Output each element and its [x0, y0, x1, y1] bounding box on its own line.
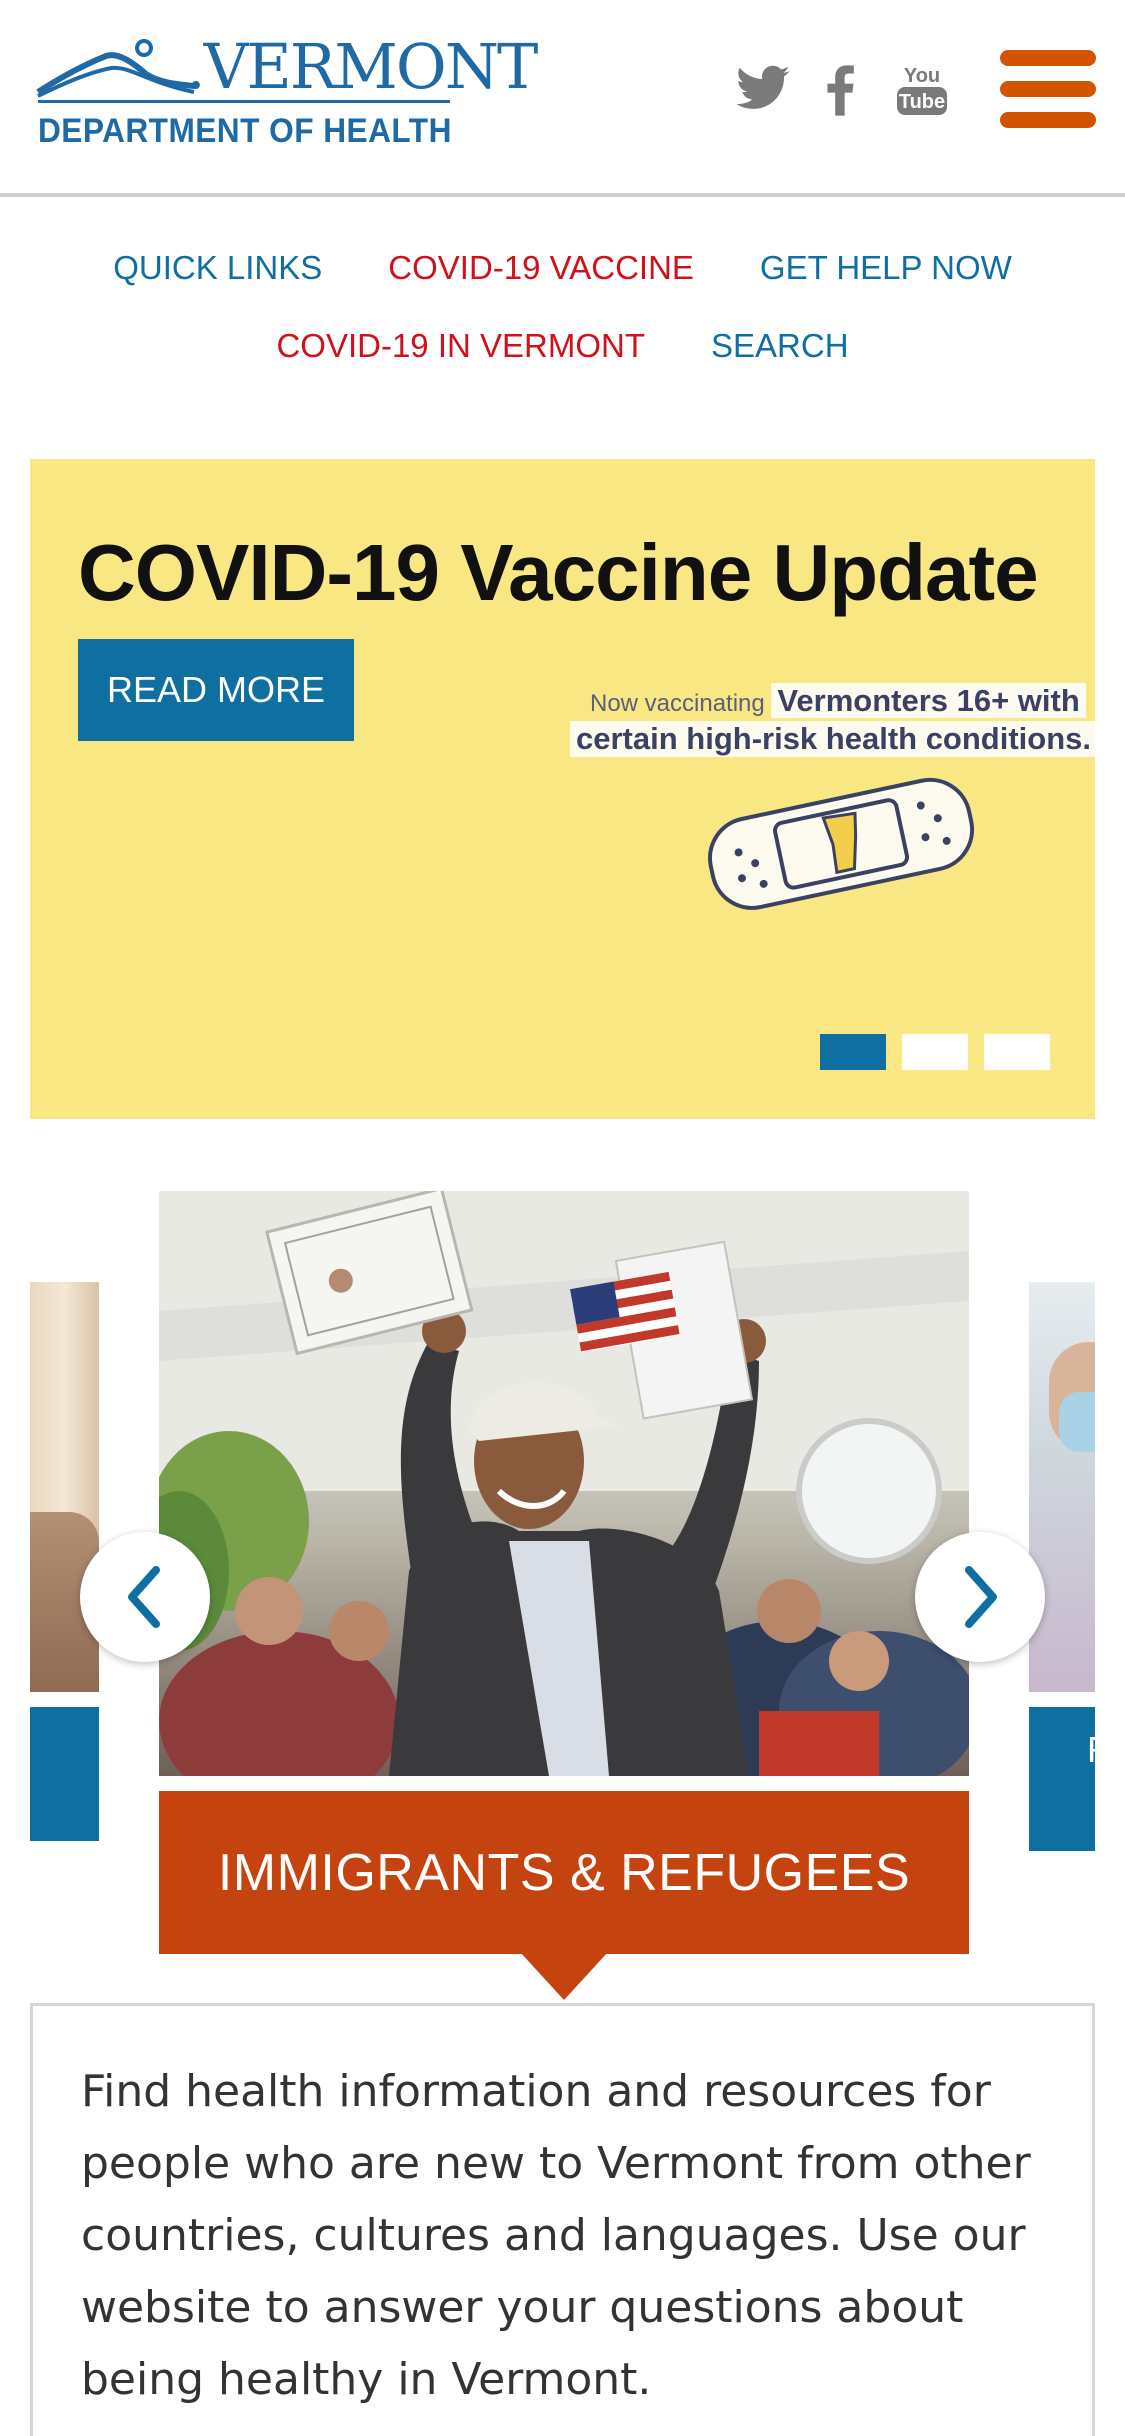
- youtube-you-text: You: [904, 65, 940, 87]
- nav-search[interactable]: SEARCH: [711, 326, 849, 366]
- card-description-box: Find health information and resources fo…: [30, 2003, 1095, 2436]
- nav-covid-vaccine[interactable]: COVID-19 VACCINE: [388, 248, 694, 288]
- hero-image-text-bold1: Vermonters 16+ with: [771, 683, 1086, 718]
- slide-dot-3[interactable]: [984, 1034, 1050, 1070]
- youtube-tube-text: Tube: [899, 91, 945, 113]
- mountain-logo-icon: [36, 39, 195, 98]
- chevron-right-icon: [965, 1566, 997, 1628]
- twitter-icon[interactable]: [734, 60, 792, 118]
- carousel-next-card-label[interactable]: R: [1029, 1707, 1095, 1851]
- hamburger-menu-icon[interactable]: [1000, 50, 1096, 128]
- carousel-next-button[interactable]: [915, 1532, 1045, 1662]
- nav-get-help-now[interactable]: GET HELP NOW: [760, 248, 1012, 288]
- nav-row-2: COVID-19 IN VERMONT SEARCH: [0, 326, 1125, 366]
- immigrants-refugees-photo[interactable]: [159, 1191, 969, 1776]
- hero-title: COVID-19 Vaccine Update: [78, 528, 1039, 617]
- carousel-next-card-image[interactable]: [1029, 1282, 1095, 1692]
- nav-row-1: QUICK LINKS COVID-19 VACCINE GET HELP NO…: [0, 248, 1125, 288]
- hero-image-text-small: Now vaccinating: [590, 690, 772, 717]
- carousel-prev-button[interactable]: [80, 1532, 210, 1662]
- carousel-prev-card-label[interactable]: [30, 1707, 99, 1841]
- nav-covid-in-vermont[interactable]: COVID-19 IN VERMONT: [276, 326, 645, 366]
- vermont-health-logo[interactable]: .VERMONT DEPARTMENT OF HEALTH: [36, 34, 538, 159]
- logo-department-name: DEPARTMENT OF HEALTH: [38, 112, 452, 150]
- hero-banner: COVID-19 Vaccine Update READ MORE Now va…: [30, 459, 1095, 1119]
- read-more-button[interactable]: READ MORE: [78, 639, 354, 741]
- logo-wordmark: .VERMONT: [186, 30, 538, 103]
- hero-image-text-line1: Now vaccinating Vermonters 16+ with: [590, 683, 1086, 719]
- slide-dot-1[interactable]: [820, 1034, 886, 1070]
- youtube-icon[interactable]: You Tube: [893, 60, 951, 118]
- next-card-label-text: R: [1087, 1729, 1095, 1770]
- facebook-icon[interactable]: [812, 60, 870, 118]
- card-pointer-arrow: [520, 1952, 608, 2000]
- hero-image-text-line2: certain high-risk health conditions.: [570, 721, 1095, 757]
- nav-quick-links[interactable]: QUICK LINKS: [113, 248, 322, 288]
- hero-slide-indicators: [820, 1034, 1050, 1070]
- card-description-text: Find health information and resources fo…: [81, 2066, 1031, 2405]
- site-header: .VERMONT DEPARTMENT OF HEALTH You Tube: [0, 0, 1125, 197]
- slide-dot-2[interactable]: [902, 1034, 968, 1070]
- chevron-left-icon: [128, 1566, 160, 1628]
- immigrants-refugees-card-title[interactable]: IMMIGRANTS & REFUGEES: [159, 1791, 969, 1954]
- bandage-vermont-icon: [708, 777, 975, 910]
- logo-divider: [38, 100, 450, 103]
